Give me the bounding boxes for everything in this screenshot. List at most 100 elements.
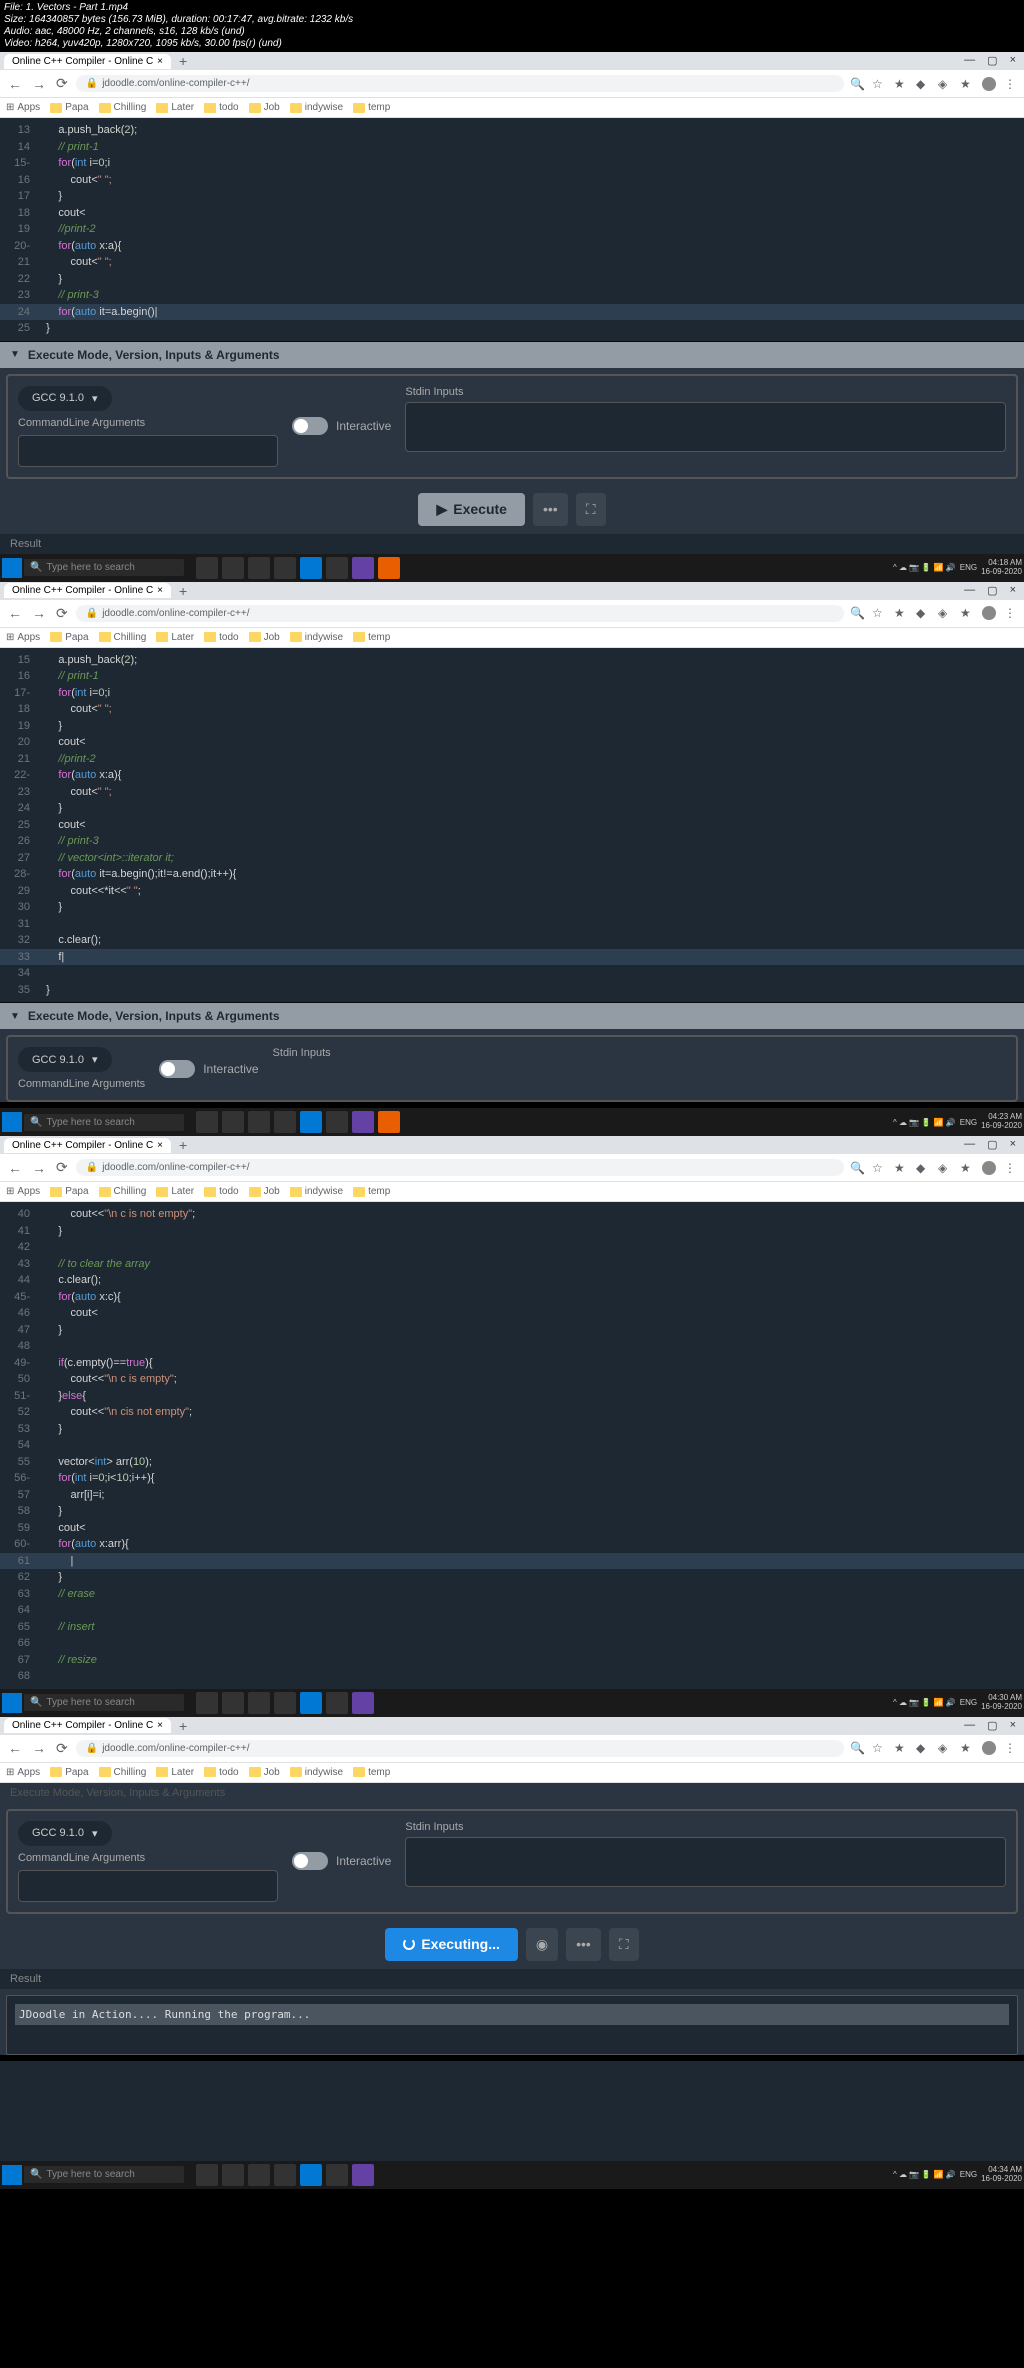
interactive-toggle[interactable]: [292, 1852, 328, 1870]
code-line[interactable]: 21 //print-2: [0, 751, 1024, 768]
code-line[interactable]: 25 cout<: [0, 817, 1024, 834]
bookmark-chilling[interactable]: Chilling: [99, 102, 147, 113]
taskbar-search[interactable]: 🔍Type here to search: [24, 1694, 184, 1711]
code-line[interactable]: 61 |: [0, 1553, 1024, 1570]
code-line[interactable]: 15 a.push_back(2);: [0, 652, 1024, 669]
bookmark-indywise[interactable]: indywise: [290, 102, 343, 113]
code-line[interactable]: 23 cout<" ";: [0, 784, 1024, 801]
more-button[interactable]: •••: [533, 493, 568, 526]
reload-icon[interactable]: ⟳: [54, 1740, 70, 1757]
code-line[interactable]: 40 cout<<"\n c is not empty";: [0, 1206, 1024, 1223]
code-line[interactable]: 50 cout<<"\n c is empty";: [0, 1371, 1024, 1388]
code-line[interactable]: 43 // to clear the array: [0, 1256, 1024, 1273]
star-icon[interactable]: ☆: [872, 606, 886, 620]
commandline-input[interactable]: [18, 1870, 278, 1902]
code-line[interactable]: 67 // resize: [0, 1652, 1024, 1669]
close-icon[interactable]: ×: [157, 585, 163, 596]
code-line[interactable]: 30 }: [0, 899, 1024, 916]
code-line[interactable]: 44 c.clear();: [0, 1272, 1024, 1289]
compiler-version-select[interactable]: GCC 9.1.0▾: [18, 1821, 112, 1846]
reload-icon[interactable]: ⟳: [54, 605, 70, 622]
taskbar-app[interactable]: [274, 557, 296, 579]
maximize-icon[interactable]: ▢: [987, 1719, 997, 1732]
code-line[interactable]: 20- for(auto x:a){: [0, 238, 1024, 255]
execute-button[interactable]: ▶ Execute: [418, 493, 524, 526]
browser-tab[interactable]: Online C++ Compiler - Online C×: [4, 1138, 171, 1153]
maximize-icon[interactable]: ▢: [987, 54, 997, 67]
code-line[interactable]: 52 cout<<"\n cis not empty";: [0, 1404, 1024, 1421]
code-line[interactable]: 46 cout<: [0, 1305, 1024, 1322]
new-tab-button[interactable]: +: [173, 1137, 193, 1153]
start-button[interactable]: [2, 1693, 22, 1713]
code-line[interactable]: 29 cout<<*it<<" ";: [0, 883, 1024, 900]
compiler-version-select[interactable]: GCC 9.1.0▾: [18, 1047, 112, 1072]
close-window-icon[interactable]: ×: [1010, 1719, 1016, 1732]
bookmark-temp[interactable]: temp: [353, 102, 390, 113]
code-line[interactable]: 62 }: [0, 1569, 1024, 1586]
code-editor[interactable]: 40 cout<<"\n c is not empty";41 }4243 //…: [0, 1202, 1024, 1689]
code-line[interactable]: 14 // print-1: [0, 139, 1024, 156]
code-line[interactable]: 68: [0, 1668, 1024, 1685]
avatar[interactable]: [982, 77, 996, 91]
close-window-icon[interactable]: ×: [1010, 54, 1016, 67]
extension-icon[interactable]: ★: [894, 77, 908, 91]
forward-icon[interactable]: →: [30, 76, 48, 92]
more-button[interactable]: •••: [566, 1928, 601, 1961]
commandline-input[interactable]: [18, 435, 278, 467]
taskbar-app[interactable]: [196, 557, 218, 579]
menu-icon[interactable]: ⋮: [1004, 1741, 1018, 1755]
back-icon[interactable]: ←: [6, 1740, 24, 1756]
code-line[interactable]: 18 cout<: [0, 205, 1024, 222]
code-line[interactable]: 64: [0, 1602, 1024, 1619]
forward-icon[interactable]: →: [30, 1740, 48, 1756]
code-editor[interactable]: 15 a.push_back(2);16 // print-117- for(i…: [0, 648, 1024, 1003]
code-line[interactable]: 51- }else{: [0, 1388, 1024, 1405]
taskbar-app[interactable]: [248, 557, 270, 579]
minimize-icon[interactable]: —: [964, 1138, 975, 1151]
star-icon[interactable]: ☆: [872, 77, 886, 91]
menu-icon[interactable]: ⋮: [1004, 606, 1018, 620]
bookmark-papa[interactable]: Papa: [50, 102, 88, 113]
code-line[interactable]: 17- for(int i=0;i: [0, 685, 1024, 702]
code-line[interactable]: 25 }: [0, 320, 1024, 337]
tray-icons[interactable]: ^ ☁ 📷 🔋 📶 🔊: [893, 563, 956, 572]
code-editor[interactable]: 13 a.push_back(2);14 // print-115- for(i…: [0, 118, 1024, 341]
close-icon[interactable]: ×: [157, 56, 163, 67]
forward-icon[interactable]: →: [30, 1160, 48, 1176]
code-line[interactable]: 24 for(auto it=a.begin()|: [0, 304, 1024, 321]
code-line[interactable]: 63 // erase: [0, 1586, 1024, 1603]
code-line[interactable]: 21 cout<" ";: [0, 254, 1024, 271]
extension-icon-2[interactable]: ◆: [916, 77, 930, 91]
code-line[interactable]: 60- for(auto x:arr){: [0, 1536, 1024, 1553]
code-line[interactable]: 33 f|: [0, 949, 1024, 966]
code-line[interactable]: 27 // vector<int>::iterator it;: [0, 850, 1024, 867]
start-button[interactable]: [2, 558, 22, 578]
code-line[interactable]: 22- for(auto x:a){: [0, 767, 1024, 784]
code-line[interactable]: 28- for(auto it=a.begin();it!=a.end();it…: [0, 866, 1024, 883]
menu-icon[interactable]: ⋮: [1004, 1161, 1018, 1175]
fullscreen-button[interactable]: ⛶: [609, 1928, 639, 1961]
code-line[interactable]: 13 a.push_back(2);: [0, 122, 1024, 139]
close-icon[interactable]: ×: [157, 1720, 163, 1731]
new-tab-button[interactable]: +: [173, 583, 193, 599]
browser-tab[interactable]: Online C++ Compiler - Online C ×: [4, 54, 171, 69]
back-icon[interactable]: ←: [6, 1160, 24, 1176]
bookmark-later[interactable]: Later: [156, 102, 194, 113]
address-bar[interactable]: 🔒jdoodle.com/online-compiler-c++/: [76, 605, 844, 622]
code-line[interactable]: 54: [0, 1437, 1024, 1454]
code-line[interactable]: 17 }: [0, 188, 1024, 205]
code-line[interactable]: 49- if(c.empty()==true){: [0, 1355, 1024, 1372]
address-bar[interactable]: 🔒jdoodle.com/online-compiler-c++/: [76, 1159, 844, 1176]
interactive-toggle[interactable]: [292, 417, 328, 435]
taskbar-twitch[interactable]: [352, 557, 374, 579]
code-line[interactable]: 66: [0, 1635, 1024, 1652]
code-line[interactable]: 16 // print-1: [0, 668, 1024, 685]
minimize-icon[interactable]: —: [964, 584, 975, 597]
fullscreen-button[interactable]: ⛶: [576, 493, 606, 526]
code-line[interactable]: 55 vector<int> arr(10);: [0, 1454, 1024, 1471]
compiler-version-select[interactable]: GCC 9.1.0 ▾: [18, 386, 112, 411]
avatar[interactable]: [982, 606, 996, 620]
zoom-icon[interactable]: 🔍: [850, 77, 864, 91]
code-line[interactable]: 32 c.clear();: [0, 932, 1024, 949]
code-line[interactable]: 18 cout<" ";: [0, 701, 1024, 718]
